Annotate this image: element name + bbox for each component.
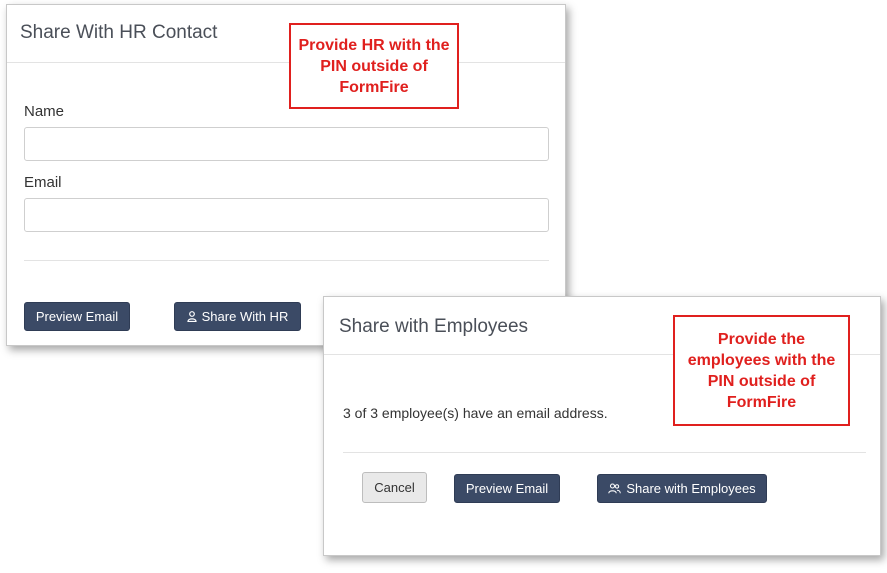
email-status-text: 3 of 3 employee(s) have an email address… [343,405,608,421]
share-with-hr-button[interactable]: Share With HR [174,302,301,331]
cancel-button[interactable]: Cancel [362,472,427,503]
share-with-hr-label: Share With HR [201,309,289,324]
footer-divider [343,452,866,453]
name-input[interactable] [24,127,549,161]
employees-pin-callout: Provide the employees with the PIN outsi… [673,315,850,426]
dialog-title: Share with Employees [339,316,529,337]
share-with-employees-label: Share with Employees [626,481,756,496]
preview-email-button[interactable]: Preview Email [454,474,560,503]
dialog-title: Share With HR Contact [20,22,218,43]
header-divider [7,62,565,63]
cancel-label: Cancel [374,480,415,495]
name-label: Name [24,103,65,120]
users-icon [608,483,622,494]
email-label: Email [24,174,62,191]
footer-divider [24,260,549,261]
share-with-employees-button[interactable]: Share with Employees [597,474,767,503]
preview-email-label: Preview Email [465,481,549,496]
preview-email-label: Preview Email [35,309,119,324]
email-input[interactable] [24,198,549,232]
share-with-hr-dialog: Share With HR Contact Name Email Preview… [6,4,566,346]
preview-email-button[interactable]: Preview Email [24,302,130,331]
user-icon [187,311,197,322]
hr-pin-callout: Provide HR with the PIN outside of FormF… [289,23,459,109]
